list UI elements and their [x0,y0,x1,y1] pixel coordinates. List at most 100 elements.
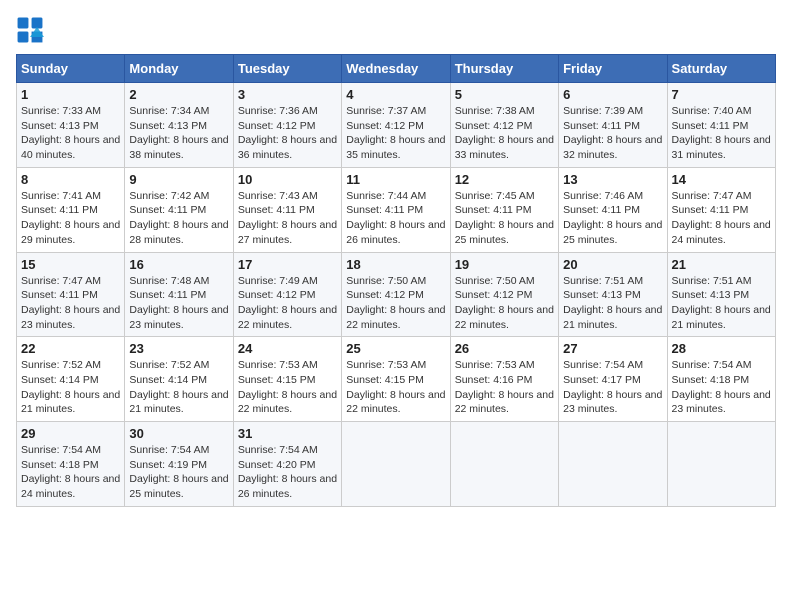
calendar-cell [559,422,667,507]
day-info: Sunrise: 7:42 AMSunset: 4:11 PMDaylight:… [129,189,228,248]
day-number: 23 [129,341,228,356]
day-number: 8 [21,172,120,187]
day-number: 18 [346,257,445,272]
column-header-wednesday: Wednesday [342,55,450,83]
day-number: 21 [672,257,771,272]
day-info: Sunrise: 7:41 AMSunset: 4:11 PMDaylight:… [21,189,120,248]
day-info: Sunrise: 7:46 AMSunset: 4:11 PMDaylight:… [563,189,662,248]
logo-icon [16,16,44,44]
calendar-cell: 5 Sunrise: 7:38 AMSunset: 4:12 PMDayligh… [450,83,558,168]
day-info: Sunrise: 7:48 AMSunset: 4:11 PMDaylight:… [129,274,228,333]
day-number: 7 [672,87,771,102]
calendar-week-5: 29 Sunrise: 7:54 AMSunset: 4:18 PMDaylig… [17,422,776,507]
calendar-cell: 30 Sunrise: 7:54 AMSunset: 4:19 PMDaylig… [125,422,233,507]
calendar-cell: 16 Sunrise: 7:48 AMSunset: 4:11 PMDaylig… [125,252,233,337]
day-info: Sunrise: 7:51 AMSunset: 4:13 PMDaylight:… [672,274,771,333]
day-info: Sunrise: 7:52 AMSunset: 4:14 PMDaylight:… [21,358,120,417]
calendar-week-4: 22 Sunrise: 7:52 AMSunset: 4:14 PMDaylig… [17,337,776,422]
day-number: 25 [346,341,445,356]
column-header-saturday: Saturday [667,55,775,83]
day-number: 12 [455,172,554,187]
calendar-cell: 9 Sunrise: 7:42 AMSunset: 4:11 PMDayligh… [125,167,233,252]
calendar-cell: 15 Sunrise: 7:47 AMSunset: 4:11 PMDaylig… [17,252,125,337]
day-number: 30 [129,426,228,441]
day-number: 20 [563,257,662,272]
day-number: 13 [563,172,662,187]
day-number: 15 [21,257,120,272]
day-number: 14 [672,172,771,187]
calendar-cell: 20 Sunrise: 7:51 AMSunset: 4:13 PMDaylig… [559,252,667,337]
calendar-cell: 25 Sunrise: 7:53 AMSunset: 4:15 PMDaylig… [342,337,450,422]
column-header-tuesday: Tuesday [233,55,341,83]
day-info: Sunrise: 7:54 AMSunset: 4:18 PMDaylight:… [672,358,771,417]
day-info: Sunrise: 7:37 AMSunset: 4:12 PMDaylight:… [346,104,445,163]
calendar-cell: 4 Sunrise: 7:37 AMSunset: 4:12 PMDayligh… [342,83,450,168]
calendar-cell: 21 Sunrise: 7:51 AMSunset: 4:13 PMDaylig… [667,252,775,337]
calendar-cell: 24 Sunrise: 7:53 AMSunset: 4:15 PMDaylig… [233,337,341,422]
day-number: 9 [129,172,228,187]
day-number: 31 [238,426,337,441]
day-number: 19 [455,257,554,272]
day-info: Sunrise: 7:54 AMSunset: 4:19 PMDaylight:… [129,443,228,502]
column-header-monday: Monday [125,55,233,83]
calendar-cell: 7 Sunrise: 7:40 AMSunset: 4:11 PMDayligh… [667,83,775,168]
day-info: Sunrise: 7:47 AMSunset: 4:11 PMDaylight:… [672,189,771,248]
day-number: 11 [346,172,445,187]
calendar-cell [667,422,775,507]
day-info: Sunrise: 7:53 AMSunset: 4:16 PMDaylight:… [455,358,554,417]
day-info: Sunrise: 7:33 AMSunset: 4:13 PMDaylight:… [21,104,120,163]
calendar-cell: 11 Sunrise: 7:44 AMSunset: 4:11 PMDaylig… [342,167,450,252]
day-number: 24 [238,341,337,356]
day-number: 3 [238,87,337,102]
day-number: 29 [21,426,120,441]
day-number: 1 [21,87,120,102]
calendar-cell: 19 Sunrise: 7:50 AMSunset: 4:12 PMDaylig… [450,252,558,337]
day-info: Sunrise: 7:43 AMSunset: 4:11 PMDaylight:… [238,189,337,248]
day-info: Sunrise: 7:54 AMSunset: 4:18 PMDaylight:… [21,443,120,502]
day-number: 22 [21,341,120,356]
day-info: Sunrise: 7:53 AMSunset: 4:15 PMDaylight:… [346,358,445,417]
calendar-cell [342,422,450,507]
day-number: 10 [238,172,337,187]
day-info: Sunrise: 7:44 AMSunset: 4:11 PMDaylight:… [346,189,445,248]
day-number: 5 [455,87,554,102]
calendar-cell [450,422,558,507]
calendar-week-1: 1 Sunrise: 7:33 AMSunset: 4:13 PMDayligh… [17,83,776,168]
column-header-sunday: Sunday [17,55,125,83]
day-info: Sunrise: 7:39 AMSunset: 4:11 PMDaylight:… [563,104,662,163]
day-number: 2 [129,87,228,102]
calendar-cell: 29 Sunrise: 7:54 AMSunset: 4:18 PMDaylig… [17,422,125,507]
day-info: Sunrise: 7:49 AMSunset: 4:12 PMDaylight:… [238,274,337,333]
calendar-cell: 28 Sunrise: 7:54 AMSunset: 4:18 PMDaylig… [667,337,775,422]
calendar-cell: 22 Sunrise: 7:52 AMSunset: 4:14 PMDaylig… [17,337,125,422]
day-info: Sunrise: 7:50 AMSunset: 4:12 PMDaylight:… [346,274,445,333]
calendar-cell: 31 Sunrise: 7:54 AMSunset: 4:20 PMDaylig… [233,422,341,507]
day-info: Sunrise: 7:40 AMSunset: 4:11 PMDaylight:… [672,104,771,163]
calendar-cell: 17 Sunrise: 7:49 AMSunset: 4:12 PMDaylig… [233,252,341,337]
calendar-cell: 26 Sunrise: 7:53 AMSunset: 4:16 PMDaylig… [450,337,558,422]
day-info: Sunrise: 7:51 AMSunset: 4:13 PMDaylight:… [563,274,662,333]
day-info: Sunrise: 7:52 AMSunset: 4:14 PMDaylight:… [129,358,228,417]
day-number: 28 [672,341,771,356]
day-number: 4 [346,87,445,102]
day-number: 16 [129,257,228,272]
day-info: Sunrise: 7:54 AMSunset: 4:20 PMDaylight:… [238,443,337,502]
calendar-week-2: 8 Sunrise: 7:41 AMSunset: 4:11 PMDayligh… [17,167,776,252]
day-number: 6 [563,87,662,102]
logo [16,16,48,44]
calendar-cell: 18 Sunrise: 7:50 AMSunset: 4:12 PMDaylig… [342,252,450,337]
column-header-thursday: Thursday [450,55,558,83]
day-info: Sunrise: 7:53 AMSunset: 4:15 PMDaylight:… [238,358,337,417]
day-info: Sunrise: 7:50 AMSunset: 4:12 PMDaylight:… [455,274,554,333]
calendar-cell: 27 Sunrise: 7:54 AMSunset: 4:17 PMDaylig… [559,337,667,422]
day-info: Sunrise: 7:36 AMSunset: 4:12 PMDaylight:… [238,104,337,163]
calendar-cell: 6 Sunrise: 7:39 AMSunset: 4:11 PMDayligh… [559,83,667,168]
calendar-week-3: 15 Sunrise: 7:47 AMSunset: 4:11 PMDaylig… [17,252,776,337]
calendar-cell: 13 Sunrise: 7:46 AMSunset: 4:11 PMDaylig… [559,167,667,252]
calendar-cell: 3 Sunrise: 7:36 AMSunset: 4:12 PMDayligh… [233,83,341,168]
day-info: Sunrise: 7:45 AMSunset: 4:11 PMDaylight:… [455,189,554,248]
calendar-table: SundayMondayTuesdayWednesdayThursdayFrid… [16,54,776,507]
day-number: 17 [238,257,337,272]
day-info: Sunrise: 7:54 AMSunset: 4:17 PMDaylight:… [563,358,662,417]
day-info: Sunrise: 7:47 AMSunset: 4:11 PMDaylight:… [21,274,120,333]
